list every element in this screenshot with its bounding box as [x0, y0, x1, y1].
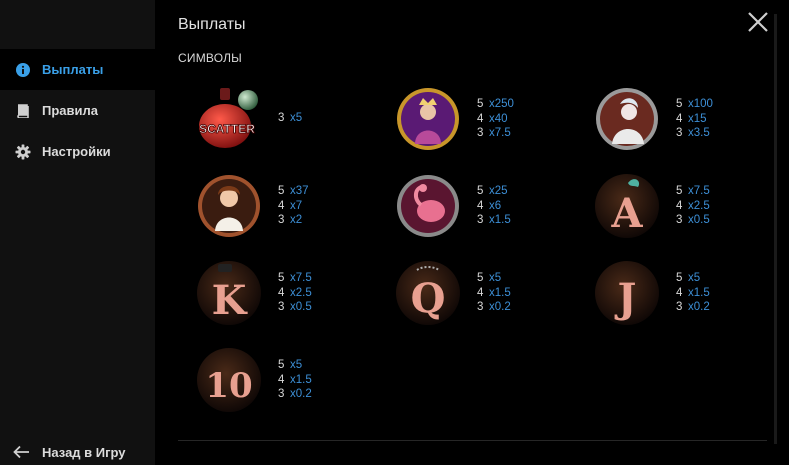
- letter-a-text: A: [610, 190, 643, 237]
- arrow-left-icon: [0, 445, 42, 459]
- paytable-values: 3 x5: [278, 112, 303, 124]
- paytable-values: 5 x7.5 4 x2.5 3 x0.5: [278, 272, 312, 313]
- queen-symbol-image: [397, 88, 459, 150]
- letter-k-symbol-image: K: [197, 261, 261, 325]
- girl-symbol-image: [198, 175, 260, 237]
- lady-symbol-image: [596, 88, 658, 150]
- symbol-queen: 5 x250 4 x40 3 x7.5: [395, 84, 585, 154]
- gear-icon: [0, 144, 42, 160]
- letter-k-text: K: [212, 277, 248, 324]
- symbol-lady: 5 x100 4 x15 3 x3.5: [594, 84, 784, 154]
- symbol-letter-a: A 5 x7.5 4 x2.5 3 x0.5: [594, 171, 784, 241]
- sidebar-item-payouts[interactable]: Выплаты: [0, 49, 155, 90]
- scatter-symbol-image: SCATTER: [199, 88, 258, 148]
- symbol-letter-q: Q 5 x5 4 x1.5 3 x0.2: [395, 258, 585, 328]
- sidebar: Выплаты Правила Настройки Назад в Игру: [0, 0, 155, 465]
- letter-j-text: J: [615, 275, 637, 322]
- back-to-game-label: Назад в Игру: [42, 444, 126, 460]
- paytable-values: 5 x100 4 x15 3 x3.5: [676, 98, 713, 139]
- divider: [178, 440, 767, 441]
- letter-10-text: 10: [205, 366, 252, 406]
- letter-10-symbol-image: 10: [197, 348, 261, 412]
- page-title: Выплаты: [178, 16, 246, 33]
- section-title: СИМВОЛЫ: [178, 51, 242, 65]
- close-icon: [748, 12, 768, 32]
- sidebar-item-label: Выплаты: [42, 62, 104, 77]
- symbol-girl: 5 x37 4 x7 3 x2: [196, 171, 386, 241]
- sidebar-item-settings[interactable]: Настройки: [0, 131, 155, 172]
- symbol-flamingo: 5 x25 4 x6 3 x1.5: [395, 171, 585, 241]
- paytable-values: 5 x7.5 4 x2.5 3 x0.5: [676, 185, 710, 226]
- symbol-letter-10: 10 5 x5 4 x1.5 3 x0.2: [196, 345, 386, 415]
- paytable-values: 5 x5 4 x1.5 3 x0.2: [278, 359, 312, 400]
- letter-q-symbol-image: Q: [396, 261, 460, 325]
- paytable-values: 5 x5 4 x1.5 3 x0.2: [477, 272, 511, 313]
- info-icon: [0, 62, 42, 77]
- sidebar-item-label: Правила: [42, 103, 98, 118]
- letter-a-symbol-image: A: [595, 174, 659, 238]
- paytable-values: 5 x250 4 x40 3 x7.5: [477, 98, 514, 139]
- symbol-scatter: SCATTER 3 x5: [196, 84, 386, 154]
- paytable-values: 5 x5 4 x1.5 3 x0.2: [676, 272, 710, 313]
- back-to-game-button[interactable]: Назад в Игру: [0, 439, 155, 465]
- flamingo-symbol-image: [397, 175, 459, 237]
- symbol-letter-k: K 5 x7.5 4 x2.5 3 x0.5: [196, 258, 386, 328]
- sidebar-item-rules[interactable]: Правила: [0, 90, 155, 131]
- letter-q-text: Q: [411, 275, 446, 322]
- paytable-values: 5 x37 4 x7 3 x2: [278, 185, 309, 226]
- close-button[interactable]: [747, 11, 769, 33]
- sidebar-item-label: Настройки: [42, 144, 111, 159]
- scatter-text: SCATTER: [199, 122, 255, 136]
- letter-j-symbol-image: J: [595, 261, 659, 325]
- paytable-values: 5 x25 4 x6 3 x1.5: [477, 185, 511, 226]
- book-icon: [0, 103, 42, 118]
- paytable-panel: Выплаты СИМВОЛЫ SCATTER 3 x5 5 x250 4 x40 3…: [155, 0, 789, 465]
- symbol-letter-j: J 5 x5 4 x1.5 3 x0.2: [594, 258, 784, 328]
